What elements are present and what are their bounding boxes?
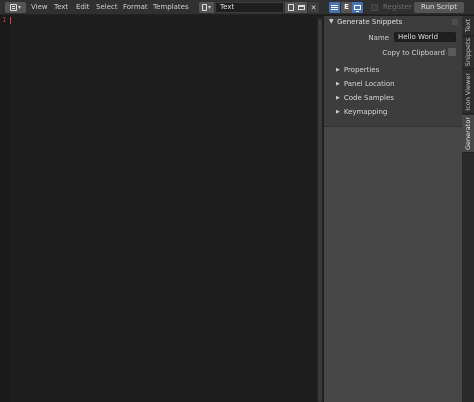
text-cursor bbox=[10, 17, 11, 24]
text-editor-icon bbox=[9, 4, 17, 11]
register-label: Register bbox=[383, 3, 412, 11]
editor-type-button[interactable]: ▾ bbox=[5, 2, 26, 13]
subpanel-panel-location[interactable]: ▶ Panel Location bbox=[336, 78, 395, 90]
chevron-down-icon: ▾ bbox=[17, 3, 21, 11]
unlink-text-button[interactable]: ✕ bbox=[308, 2, 319, 13]
drag-handle-icon[interactable] bbox=[452, 19, 458, 25]
name-label: Name bbox=[368, 34, 389, 42]
subpanel-code-samples[interactable]: ▶ Code Samples bbox=[336, 92, 394, 104]
generate-snippets-panel-header[interactable]: ▼ Generate Snippets bbox=[324, 16, 462, 28]
menu-edit[interactable]: Edit bbox=[76, 0, 90, 15]
open-text-button[interactable] bbox=[296, 2, 307, 13]
expand-arrow-icon: ▶ bbox=[336, 109, 340, 115]
menu-templates[interactable]: Templates bbox=[153, 0, 189, 15]
subpanel-label: Code Samples bbox=[343, 94, 394, 102]
tab-label: Icon Viewer bbox=[464, 72, 472, 111]
text-block-browse-button[interactable]: ▾ bbox=[199, 2, 214, 13]
generate-snippets-panel-body: Name Hello World Copy to Clipboard ▶ Pro… bbox=[324, 28, 462, 126]
sidebar: ▼ Generate Snippets Name Hello World Cop… bbox=[324, 16, 462, 402]
menu-text[interactable]: Text bbox=[54, 0, 68, 15]
tab-label: Snippets bbox=[464, 38, 472, 67]
line-number: 1 bbox=[2, 16, 7, 24]
line-numbers-icon bbox=[331, 4, 338, 11]
tab-label: Generator bbox=[464, 116, 472, 150]
collapse-arrow-icon: ▼ bbox=[329, 18, 334, 25]
toggle-syntax-highlight-button[interactable] bbox=[352, 2, 363, 13]
panel-title: Generate Snippets bbox=[337, 18, 403, 26]
menu-view[interactable]: View bbox=[31, 0, 48, 15]
new-text-icon bbox=[287, 4, 294, 11]
sidebar-tabs: Text Snippets Icon Viewer Generator bbox=[462, 16, 474, 402]
word-wrap-icon: E bbox=[344, 3, 349, 11]
menu-select[interactable]: Select bbox=[96, 0, 118, 15]
expand-arrow-icon: ▶ bbox=[336, 95, 340, 101]
subpanel-keymapping[interactable]: ▶ Keymapping bbox=[336, 106, 387, 118]
tab-label: Text bbox=[464, 18, 472, 33]
editor-header: ▾ View Text Edit Select Format Templates… bbox=[0, 0, 474, 15]
copy-to-clipboard-checkbox[interactable] bbox=[448, 48, 456, 56]
syntax-highlight-icon bbox=[354, 5, 361, 12]
subpanel-label: Properties bbox=[343, 66, 380, 74]
close-icon: ✕ bbox=[310, 3, 317, 12]
menu-format[interactable]: Format bbox=[123, 0, 148, 15]
name-input[interactable]: Hello World bbox=[394, 32, 456, 42]
subpanel-label: Keymapping bbox=[343, 108, 388, 116]
expand-arrow-icon: ▶ bbox=[336, 81, 340, 87]
subpanel-label: Panel Location bbox=[343, 80, 395, 88]
chevron-down-icon: ▾ bbox=[207, 3, 211, 11]
toggle-word-wrap-button[interactable]: E bbox=[341, 2, 352, 13]
toggle-line-numbers-button[interactable] bbox=[329, 2, 340, 13]
new-text-button[interactable] bbox=[285, 2, 296, 13]
expand-arrow-icon: ▶ bbox=[336, 67, 340, 73]
register-checkbox[interactable] bbox=[371, 4, 378, 11]
tab-text[interactable]: Text bbox=[462, 16, 474, 36]
open-folder-icon bbox=[298, 5, 305, 10]
text-block-name-field[interactable]: Text bbox=[215, 2, 284, 13]
run-script-button[interactable]: Run Script bbox=[414, 2, 464, 13]
line-number-gutter: 1 bbox=[0, 16, 10, 402]
editor-scrollbar[interactable] bbox=[318, 19, 322, 402]
sidebar-empty-area bbox=[324, 127, 462, 402]
text-editor-area[interactable]: 1 bbox=[0, 16, 317, 402]
tab-icon-viewer[interactable]: Icon Viewer bbox=[462, 70, 474, 114]
subpanel-properties[interactable]: ▶ Properties bbox=[336, 64, 379, 76]
copy-to-clipboard-label: Copy to Clipboard bbox=[382, 49, 445, 57]
tab-snippets[interactable]: Snippets bbox=[462, 37, 474, 69]
text-block-icon bbox=[201, 4, 207, 11]
tab-generator[interactable]: Generator bbox=[462, 115, 474, 153]
